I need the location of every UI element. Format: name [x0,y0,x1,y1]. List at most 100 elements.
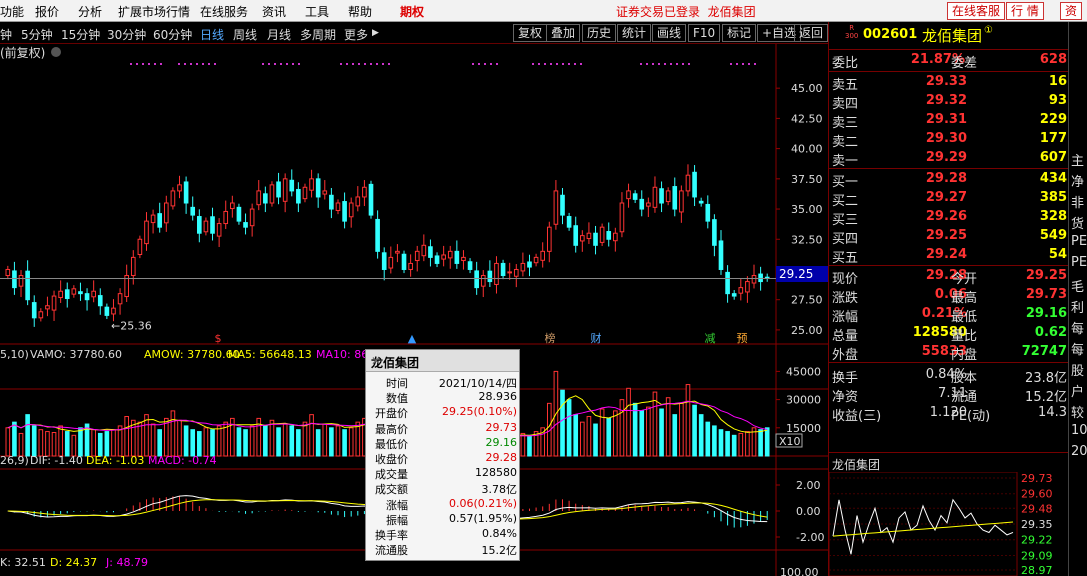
candle-body[interactable] [553,190,559,225]
menu-online-service[interactable]: 在线服务 [200,3,248,20]
candle-body[interactable] [712,219,717,246]
candle-body[interactable] [606,231,612,240]
candle-body[interactable] [362,186,367,198]
candle-body[interactable] [751,275,757,284]
overlay-button[interactable]: 叠加 [546,24,581,42]
candle-body[interactable] [144,220,149,245]
candle-body[interactable] [51,295,57,311]
candle-body[interactable] [507,271,512,274]
candle-body[interactable] [395,250,400,254]
candle-body[interactable] [672,186,678,210]
candle-body[interactable] [513,268,519,277]
candle-body[interactable] [758,273,763,283]
candle-body[interactable] [540,250,546,261]
candle-body[interactable] [646,202,651,207]
candle-body[interactable] [527,261,532,268]
candle-body[interactable] [282,178,288,202]
candle-body[interactable] [111,307,116,315]
candle-body[interactable] [718,240,724,270]
candle-body[interactable] [38,311,44,319]
candle-body[interactable] [705,203,711,222]
candle-body[interactable] [157,213,163,228]
trade-button[interactable]: 资 [1060,2,1083,20]
candle-body[interactable] [342,201,347,222]
candle-body[interactable] [447,250,453,259]
candle-body[interactable] [97,295,103,307]
candle-body[interactable] [586,232,592,240]
period-more[interactable]: 更多 [344,26,368,43]
menu-quote[interactable]: 报价 [35,3,59,20]
candle-body[interactable] [619,202,625,233]
candle-body[interactable] [236,206,242,222]
popup-title-bar[interactable]: 龙佰集团 ✕ [366,350,519,372]
candle-body[interactable] [5,268,11,277]
candle-body[interactable] [401,253,407,270]
candle-body[interactable] [84,293,90,301]
candle-body[interactable] [745,281,750,293]
period-60min[interactable]: 60分钟 [153,26,192,43]
candle-body[interactable] [599,226,605,243]
candle-body[interactable] [203,220,209,233]
candle-body[interactable] [104,306,110,316]
event-marker[interactable]: 财 [591,331,602,345]
candle-body[interactable] [170,190,176,207]
menu-analysis[interactable]: 分析 [78,3,102,20]
period-1min[interactable]: 钟 [0,26,12,43]
candle-body[interactable] [474,270,479,289]
candle-body[interactable] [428,246,433,258]
adjustment-dropdown-icon[interactable] [51,47,61,57]
more-arrow-icon[interactable]: ▶ [372,28,379,38]
event-marker[interactable]: 减 [705,332,716,345]
candle-body[interactable] [150,214,156,224]
candle-body[interactable] [71,288,77,295]
event-marker[interactable]: 预 [737,332,748,345]
candle-body[interactable] [190,206,196,216]
bid-row[interactable]: 买四 29.25 549 [829,227,1069,247]
period-monthly[interactable]: 月线 [267,26,291,43]
candle-body[interactable] [45,305,50,310]
period-15min[interactable]: 15分钟 [61,26,100,43]
candle-body[interactable] [520,262,526,272]
candle-body[interactable] [375,218,380,252]
candle-body[interactable] [296,188,301,204]
candle-body[interactable] [626,190,631,200]
candle-body[interactable] [421,244,427,257]
period-weekly[interactable]: 周线 [233,26,257,43]
candle-body[interactable] [276,181,281,198]
period-30min[interactable]: 30分钟 [107,26,146,43]
menu-help[interactable]: 帮助 [348,3,372,20]
candle-body[interactable] [58,290,63,299]
candle-body[interactable] [216,223,222,237]
bid-row[interactable]: 买一 29.28 434 [829,170,1069,190]
candle-body[interactable] [130,256,136,277]
bid-row[interactable]: 买三 29.26 328 [829,208,1069,228]
event-marker[interactable]: $ [215,332,222,345]
history-button[interactable]: 历史 [582,24,617,42]
candle-body[interactable] [18,275,24,287]
menu-extended-market[interactable]: 扩展市场行情 [118,3,190,20]
online-service-button[interactable]: 在线客服 [947,2,1006,20]
candle-body[interactable] [302,186,308,200]
draw-line-button[interactable]: 画线 [652,24,687,42]
candle-body[interactable] [679,190,684,213]
candle-body[interactable] [91,290,96,298]
menu-news[interactable]: 资讯 [262,3,286,20]
ask-row[interactable]: 卖三 29.31 229 [829,111,1069,131]
candle-body[interactable] [12,270,17,289]
candle-body[interactable] [197,216,202,234]
candle-body[interactable] [249,208,255,227]
candle-body[interactable] [494,262,499,285]
candle-body[interactable] [315,178,321,198]
candle-body[interactable] [467,261,473,270]
candle-body[interactable] [408,262,413,270]
candle-body[interactable] [698,200,704,204]
candle-body[interactable] [414,250,420,262]
candle-body[interactable] [137,238,143,255]
period-multi[interactable]: 多周期 [300,26,336,43]
candle-body[interactable] [454,250,460,264]
candle-body[interactable] [659,188,664,204]
candle-body[interactable] [566,216,572,228]
statistics-button[interactable]: 统计 [617,24,652,42]
candle-body[interactable] [533,256,539,264]
candle-body[interactable] [685,174,691,192]
